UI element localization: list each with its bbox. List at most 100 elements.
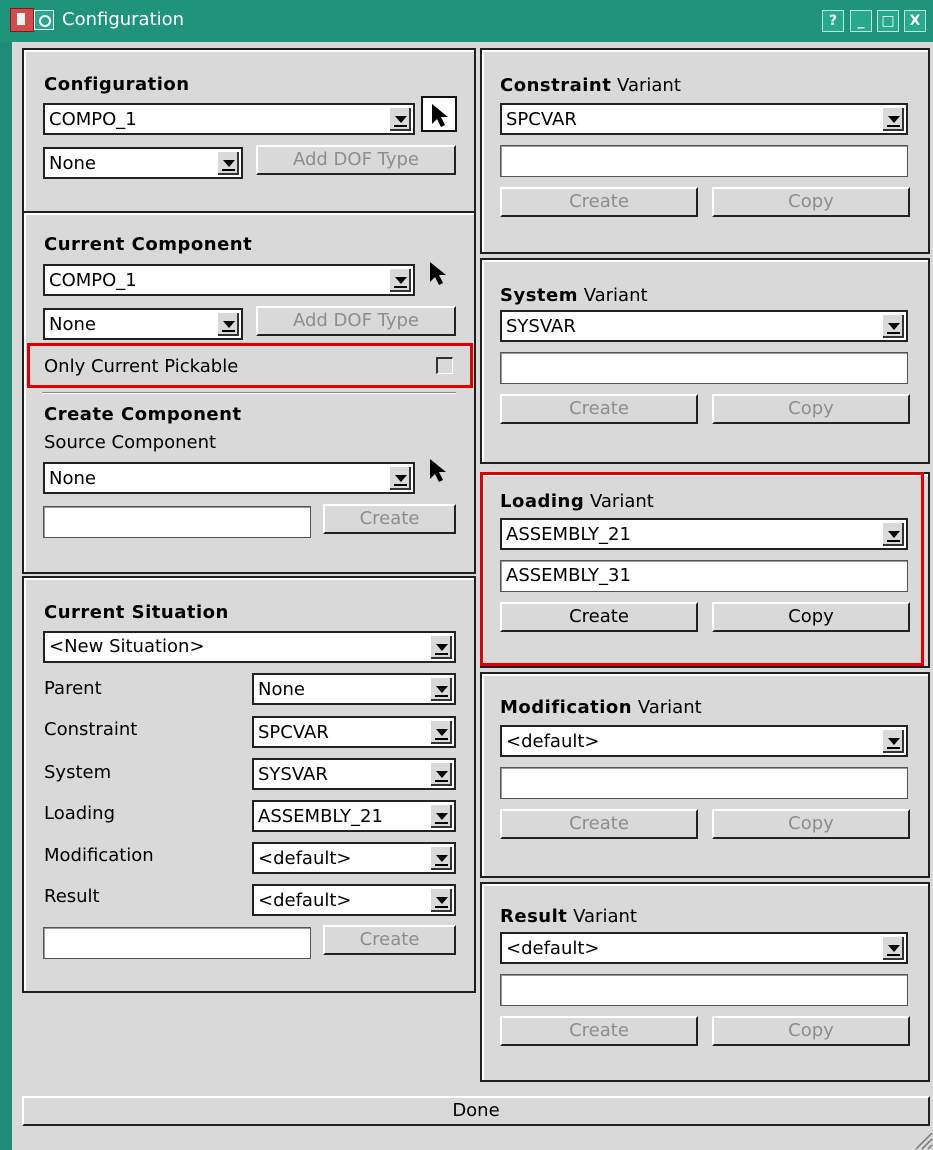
config-title: Configuration — [44, 74, 190, 95]
situation-loading-combo[interactable]: ASSEMBLY_21 — [252, 800, 456, 832]
only-current-pickable-checkbox[interactable] — [436, 357, 453, 374]
loading-variant-name-value: ASSEMBLY_31 — [506, 565, 631, 586]
constraint-variant-value: SPCVAR — [506, 109, 577, 130]
loading-variant-combo[interactable]: ASSEMBLY_21 — [500, 518, 908, 550]
result-variant-value: <default> — [506, 938, 600, 959]
dropdown-arrow-icon[interactable] — [430, 846, 452, 870]
result-variant-combo[interactable]: <default> — [500, 932, 908, 964]
situation-constraint-combo[interactable]: SPCVAR — [252, 716, 456, 748]
situation-constraint-label: Constraint — [44, 719, 138, 740]
dropdown-arrow-icon[interactable] — [882, 314, 904, 338]
divider — [24, 211, 474, 215]
situation-parent-combo[interactable]: None — [252, 673, 456, 705]
configuration-window: Configuration ? _ □ X Configuration COMP… — [0, 0, 933, 1150]
situation-constraint-value: SPCVAR — [258, 722, 329, 743]
dropdown-arrow-icon[interactable] — [389, 268, 411, 292]
source-component-combo[interactable]: None — [43, 462, 415, 494]
minimize-button[interactable]: _ — [850, 10, 872, 32]
modification-variant-name-input[interactable] — [500, 767, 908, 799]
constraint-variant-combo[interactable]: SPCVAR — [500, 103, 908, 135]
constraint-create-button[interactable]: Create — [500, 187, 698, 217]
modification-copy-button[interactable]: Copy — [712, 809, 910, 839]
situation-modification-combo[interactable]: <default> — [252, 842, 456, 874]
divider — [42, 392, 456, 394]
arrow-picker-icon[interactable] — [423, 258, 455, 290]
config-combo[interactable]: COMPO_1 — [43, 103, 415, 135]
dropdown-arrow-icon[interactable] — [882, 107, 904, 131]
system-create-button[interactable]: Create — [500, 394, 698, 424]
config-dof-value: None — [49, 153, 96, 174]
app-icon[interactable] — [10, 8, 34, 32]
situation-result-label: Result — [44, 886, 100, 907]
component-name-input[interactable] — [43, 506, 311, 538]
result-copy-button[interactable]: Copy — [712, 1016, 910, 1046]
modification-variant-combo[interactable]: <default> — [500, 725, 908, 757]
result-create-button[interactable]: Create — [500, 1016, 698, 1046]
add-dof-type-button[interactable]: Add DOF Type — [256, 145, 456, 175]
system-variant-name-input[interactable] — [500, 352, 908, 384]
situation-combo-value: <New Situation> — [49, 636, 205, 657]
system-variant-value: SYSVAR — [506, 316, 576, 337]
situation-parent-value: None — [258, 679, 305, 700]
dropdown-arrow-icon[interactable] — [430, 804, 452, 828]
current-dof-value: None — [49, 314, 96, 335]
loading-variant-name-input[interactable]: ASSEMBLY_31 — [500, 560, 908, 592]
current-dof-combo[interactable]: None — [43, 308, 243, 340]
system-copy-button[interactable]: Copy — [712, 394, 910, 424]
situation-loading-label: Loading — [44, 803, 116, 824]
situation-combo[interactable]: <New Situation> — [43, 631, 456, 663]
help-button[interactable]: ? — [822, 10, 844, 32]
loading-variant-value: ASSEMBLY_21 — [506, 524, 631, 545]
title-bar[interactable]: Configuration ? _ □ X — [0, 0, 933, 42]
arrow-picker-icon[interactable] — [421, 96, 457, 132]
situation-name-input[interactable] — [43, 927, 311, 959]
dropdown-arrow-icon[interactable] — [217, 312, 239, 336]
result-variant-title: Result Variant — [500, 906, 637, 927]
dropdown-arrow-icon[interactable] — [882, 936, 904, 960]
dropdown-arrow-icon[interactable] — [430, 762, 452, 786]
config-combo-value: COMPO_1 — [49, 109, 137, 130]
modification-variant-value: <default> — [506, 731, 600, 752]
system-variant-combo[interactable]: SYSVAR — [500, 310, 908, 342]
situation-result-combo[interactable]: <default> — [252, 884, 456, 916]
dropdown-arrow-icon[interactable] — [389, 466, 411, 490]
constraint-copy-button[interactable]: Copy — [712, 187, 910, 217]
source-component-value: None — [49, 468, 96, 489]
window-menu-icon[interactable] — [34, 10, 54, 30]
dropdown-arrow-icon[interactable] — [882, 729, 904, 753]
dropdown-arrow-icon[interactable] — [217, 151, 239, 175]
current-component-value: COMPO_1 — [49, 270, 137, 291]
dropdown-arrow-icon[interactable] — [430, 677, 452, 701]
resize-grip-icon[interactable] — [911, 1128, 933, 1150]
result-variant-name-input[interactable] — [500, 974, 908, 1006]
maximize-button[interactable]: □ — [877, 10, 899, 32]
dropdown-arrow-icon[interactable] — [389, 107, 411, 131]
dropdown-arrow-icon[interactable] — [882, 522, 904, 546]
constraint-variant-name-input[interactable] — [500, 145, 908, 177]
situation-system-combo[interactable]: SYSVAR — [252, 758, 456, 790]
arrow-picker-icon[interactable] — [423, 455, 455, 487]
create-situation-button[interactable]: Create — [323, 925, 456, 955]
current-component-combo[interactable]: COMPO_1 — [43, 264, 415, 296]
dropdown-arrow-icon[interactable] — [430, 635, 452, 659]
situation-result-value: <default> — [258, 890, 352, 911]
dropdown-arrow-icon[interactable] — [430, 720, 452, 744]
situation-system-label: System — [44, 762, 112, 783]
situation-system-value: SYSVAR — [258, 764, 328, 785]
config-dof-combo[interactable]: None — [43, 147, 243, 179]
system-variant-title: System Variant — [500, 285, 648, 306]
modification-variant-title: Modification Variant — [500, 697, 702, 718]
loading-copy-button[interactable]: Copy — [712, 602, 910, 632]
create-component-button[interactable]: Create — [323, 504, 456, 534]
situation-modification-label: Modification — [44, 845, 154, 866]
add-dof-type-button-2[interactable]: Add DOF Type — [256, 306, 456, 336]
close-button[interactable]: X — [904, 10, 926, 32]
loading-create-button[interactable]: Create — [500, 602, 698, 632]
only-current-pickable-label: Only Current Pickable — [44, 356, 239, 377]
dropdown-arrow-icon[interactable] — [430, 888, 452, 912]
modification-create-button[interactable]: Create — [500, 809, 698, 839]
window-title: Configuration — [62, 9, 185, 30]
done-button[interactable]: Done — [22, 1096, 930, 1126]
situation-modification-value: <default> — [258, 848, 352, 869]
create-component-title: Create Component — [44, 404, 242, 425]
